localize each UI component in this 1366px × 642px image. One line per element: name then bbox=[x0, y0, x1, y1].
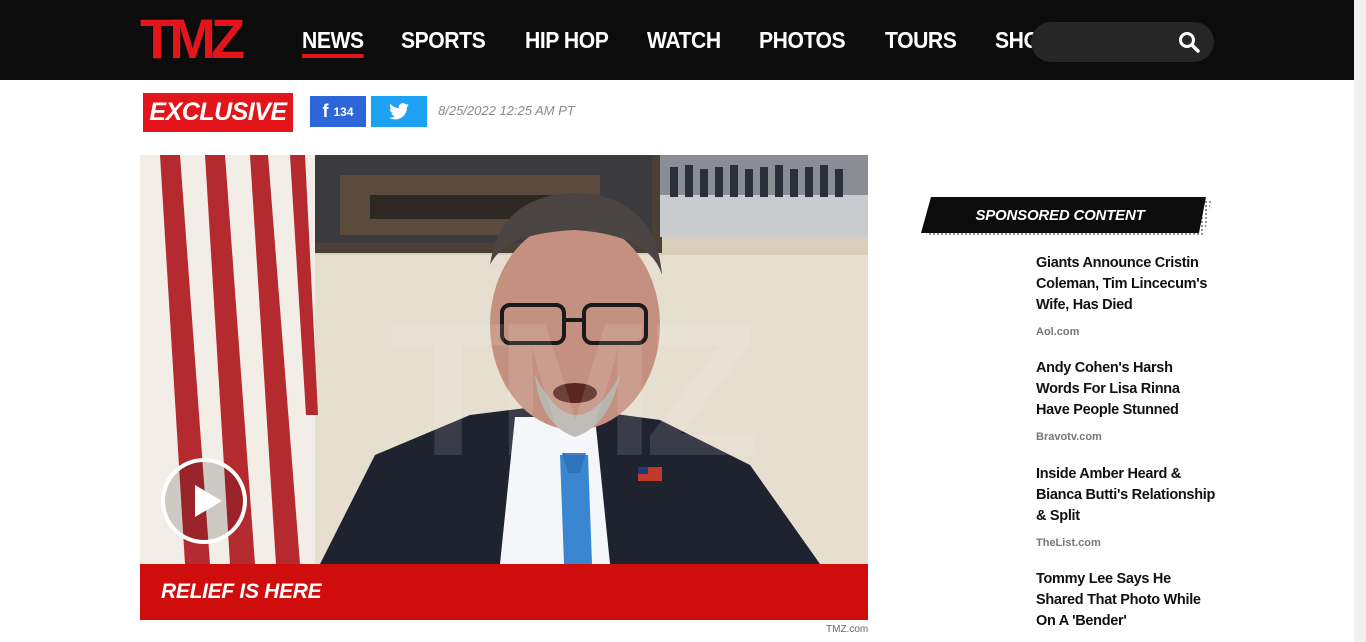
main-nav: NEWS SPORTS HIP HOP WATCH PHOTOS TOURS S… bbox=[302, 26, 1090, 58]
play-icon[interactable] bbox=[160, 457, 248, 545]
search-icon[interactable] bbox=[1178, 31, 1200, 53]
nav-item-news[interactable]: NEWS bbox=[302, 26, 364, 58]
nav-item-photos[interactable]: PHOTOS bbox=[759, 26, 846, 58]
sponsored-item-source: Bravotv.com bbox=[1036, 431, 1102, 443]
facebook-share-count: 134 bbox=[333, 104, 354, 119]
sponsored-item-source: TheList.com bbox=[1036, 537, 1101, 549]
sponsored-item[interactable]: Andy Cohen's Harsh Words For Lisa Rinna … bbox=[1036, 358, 1216, 443]
sponsored-item-title[interactable]: Andy Cohen's Harsh Words For Lisa Rinna … bbox=[1036, 358, 1216, 421]
exclusive-badge: EXCLUSIVE bbox=[143, 93, 293, 132]
sponsored-header: SPONSORED CONTENT bbox=[921, 197, 1211, 237]
facebook-share-button[interactable]: f 134 bbox=[310, 96, 366, 127]
search-input[interactable] bbox=[1031, 22, 1214, 62]
sponsored-item[interactable]: Inside Amber Heard & Bianca Butti's Rela… bbox=[1036, 464, 1216, 549]
video-caption-bar: RELIEF IS HERE bbox=[140, 564, 868, 620]
tmz-logo[interactable]: TMZ bbox=[140, 12, 266, 66]
nav-item-watch[interactable]: WATCH bbox=[647, 26, 721, 58]
video-credit: TMZ.com bbox=[826, 624, 869, 635]
sponsored-item[interactable]: Giants Announce Cristin Coleman, Tim Lin… bbox=[1036, 253, 1216, 338]
video-frame: TMZ bbox=[140, 155, 868, 564]
sponsored-item[interactable]: Tommy Lee Says He Shared That Photo Whil… bbox=[1036, 569, 1216, 632]
video-caption: RELIEF IS HERE bbox=[161, 580, 322, 603]
svg-text:TMZ: TMZ bbox=[140, 12, 244, 66]
article-timestamp: 8/25/2022 12:25 AM PT bbox=[438, 103, 575, 118]
sponsored-title: SPONSORED CONTENT bbox=[975, 207, 1145, 224]
nav-item-tours[interactable]: TOURS bbox=[885, 26, 957, 58]
twitter-share-button[interactable] bbox=[371, 96, 427, 127]
sponsored-item-title[interactable]: Tommy Lee Says He Shared That Photo Whil… bbox=[1036, 569, 1216, 632]
svg-text:TMZ: TMZ bbox=[390, 284, 755, 496]
site-header: TMZ NEWS SPORTS HIP HOP WATCH PHOTOS TOU… bbox=[0, 0, 1354, 80]
twitter-icon bbox=[389, 103, 409, 120]
nav-item-sports[interactable]: SPORTS bbox=[401, 26, 486, 58]
page-scrollbar[interactable] bbox=[1354, 0, 1366, 642]
sponsored-item-source: Aol.com bbox=[1036, 326, 1080, 338]
sponsored-item-title[interactable]: Inside Amber Heard & Bianca Butti's Rela… bbox=[1036, 464, 1216, 527]
nav-item-hip-hop[interactable]: HIP HOP bbox=[525, 26, 609, 58]
video-player[interactable]: TMZ bbox=[140, 155, 868, 564]
facebook-icon: f bbox=[322, 101, 329, 121]
sponsored-item-title[interactable]: Giants Announce Cristin Coleman, Tim Lin… bbox=[1036, 253, 1216, 316]
